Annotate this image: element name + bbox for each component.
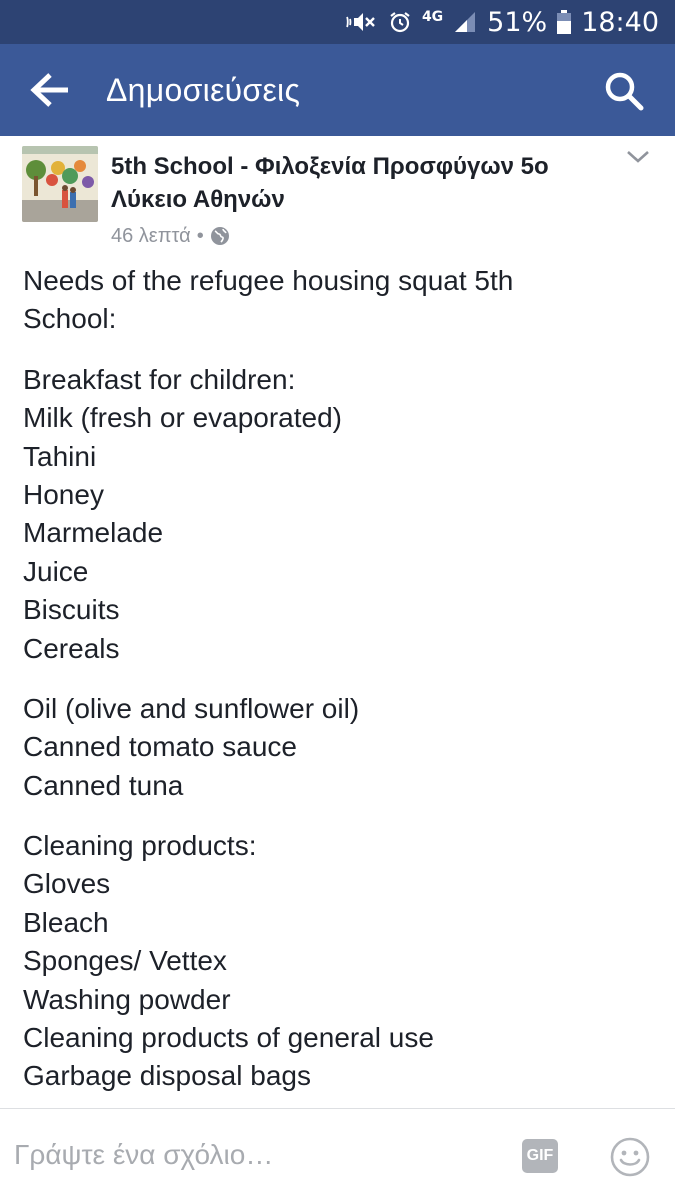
post-text-line: Cereals [23,632,120,664]
post-paragraph: Oil (olive and sunflower oil) Canned toma… [23,690,653,805]
alarm-icon [390,12,410,33]
globe-icon [210,227,229,245]
comment-bar: GIF [0,1108,675,1200]
post-text-line: Canned tomato sauce [23,731,297,763]
post-paragraph: Breakfast for children: Milk (fresh or ev… [23,361,653,668]
meta-separator: • [196,224,204,247]
post-text-line: Bleach [23,906,109,938]
battery-icon [557,10,572,34]
post-text-line: Milk (fresh or evaporated) [23,402,343,434]
post-text-line: Sponges/ Vettex [23,945,227,977]
back-arrow-icon[interactable] [28,70,72,110]
post-header: 5th School - Φιλοξενία Προσφύγων 5ο Λύκε… [0,136,675,254]
post-text-line: Oil (olive and sunflower oil) [23,692,360,724]
post-meta: 46 λεπτά • [111,222,230,250]
post-text-line: Washing powder [23,983,231,1015]
signal-icon [455,12,476,32]
post-text-line: Biscuits [23,594,120,626]
post-timestamp[interactable]: 46 λεπτά [111,225,191,248]
facebook-post-page: 4G 51% 18:40 Δημοσιεύσεις 5th School - Φ… [0,0,675,1200]
search-icon[interactable] [603,70,645,112]
network-type: 4G [421,9,444,25]
chevron-down-icon[interactable] [625,148,651,166]
post-text-line: Cleaning products of general use [23,1022,434,1054]
status-bar: 4G 51% 18:40 [0,0,675,44]
battery-percent: 51% [487,6,548,38]
post-text-line: Gloves [23,868,111,900]
post-text-line: Needs of the refugee housing squat 5th [23,265,514,296]
post-paragraph: Cleaning products: Gloves Bleach Sponges/ V… [23,827,653,1096]
post-body: Needs of the refugee housing squat 5th Sc… [23,262,653,1096]
post-text-line: Canned tuna [23,769,184,801]
gif-button[interactable]: GIF [522,1139,558,1173]
clock: 18:40 [581,6,659,38]
post-text-line: Garbage disposal bags [23,1060,311,1092]
page-title: Δημοσιεύσεις [106,72,301,108]
post-author-name[interactable]: 5th School - Φιλοξενία Προσφύγων 5ο Λύκε… [111,150,611,216]
navigation-bar: Δημοσιεύσεις [0,44,675,136]
post-text-line: Cleaning products: [23,830,257,862]
post-text-line: Breakfast for children: [23,363,296,395]
post-text-line: Honey [23,478,104,510]
page-avatar[interactable] [22,146,98,222]
post-text-line: School: [23,303,117,335]
comment-input[interactable] [14,1127,494,1183]
post-text-line: Tahini [23,440,97,472]
mute-icon [346,13,375,31]
post-paragraph: Needs of the refugee housing squat 5th Sc… [23,262,653,339]
emoji-icon[interactable] [610,1137,650,1177]
status-icons: 4G 51% 18:40 [344,0,659,44]
post-text-line: Juice [23,555,89,587]
post-text-line: Marmelade [23,517,164,549]
